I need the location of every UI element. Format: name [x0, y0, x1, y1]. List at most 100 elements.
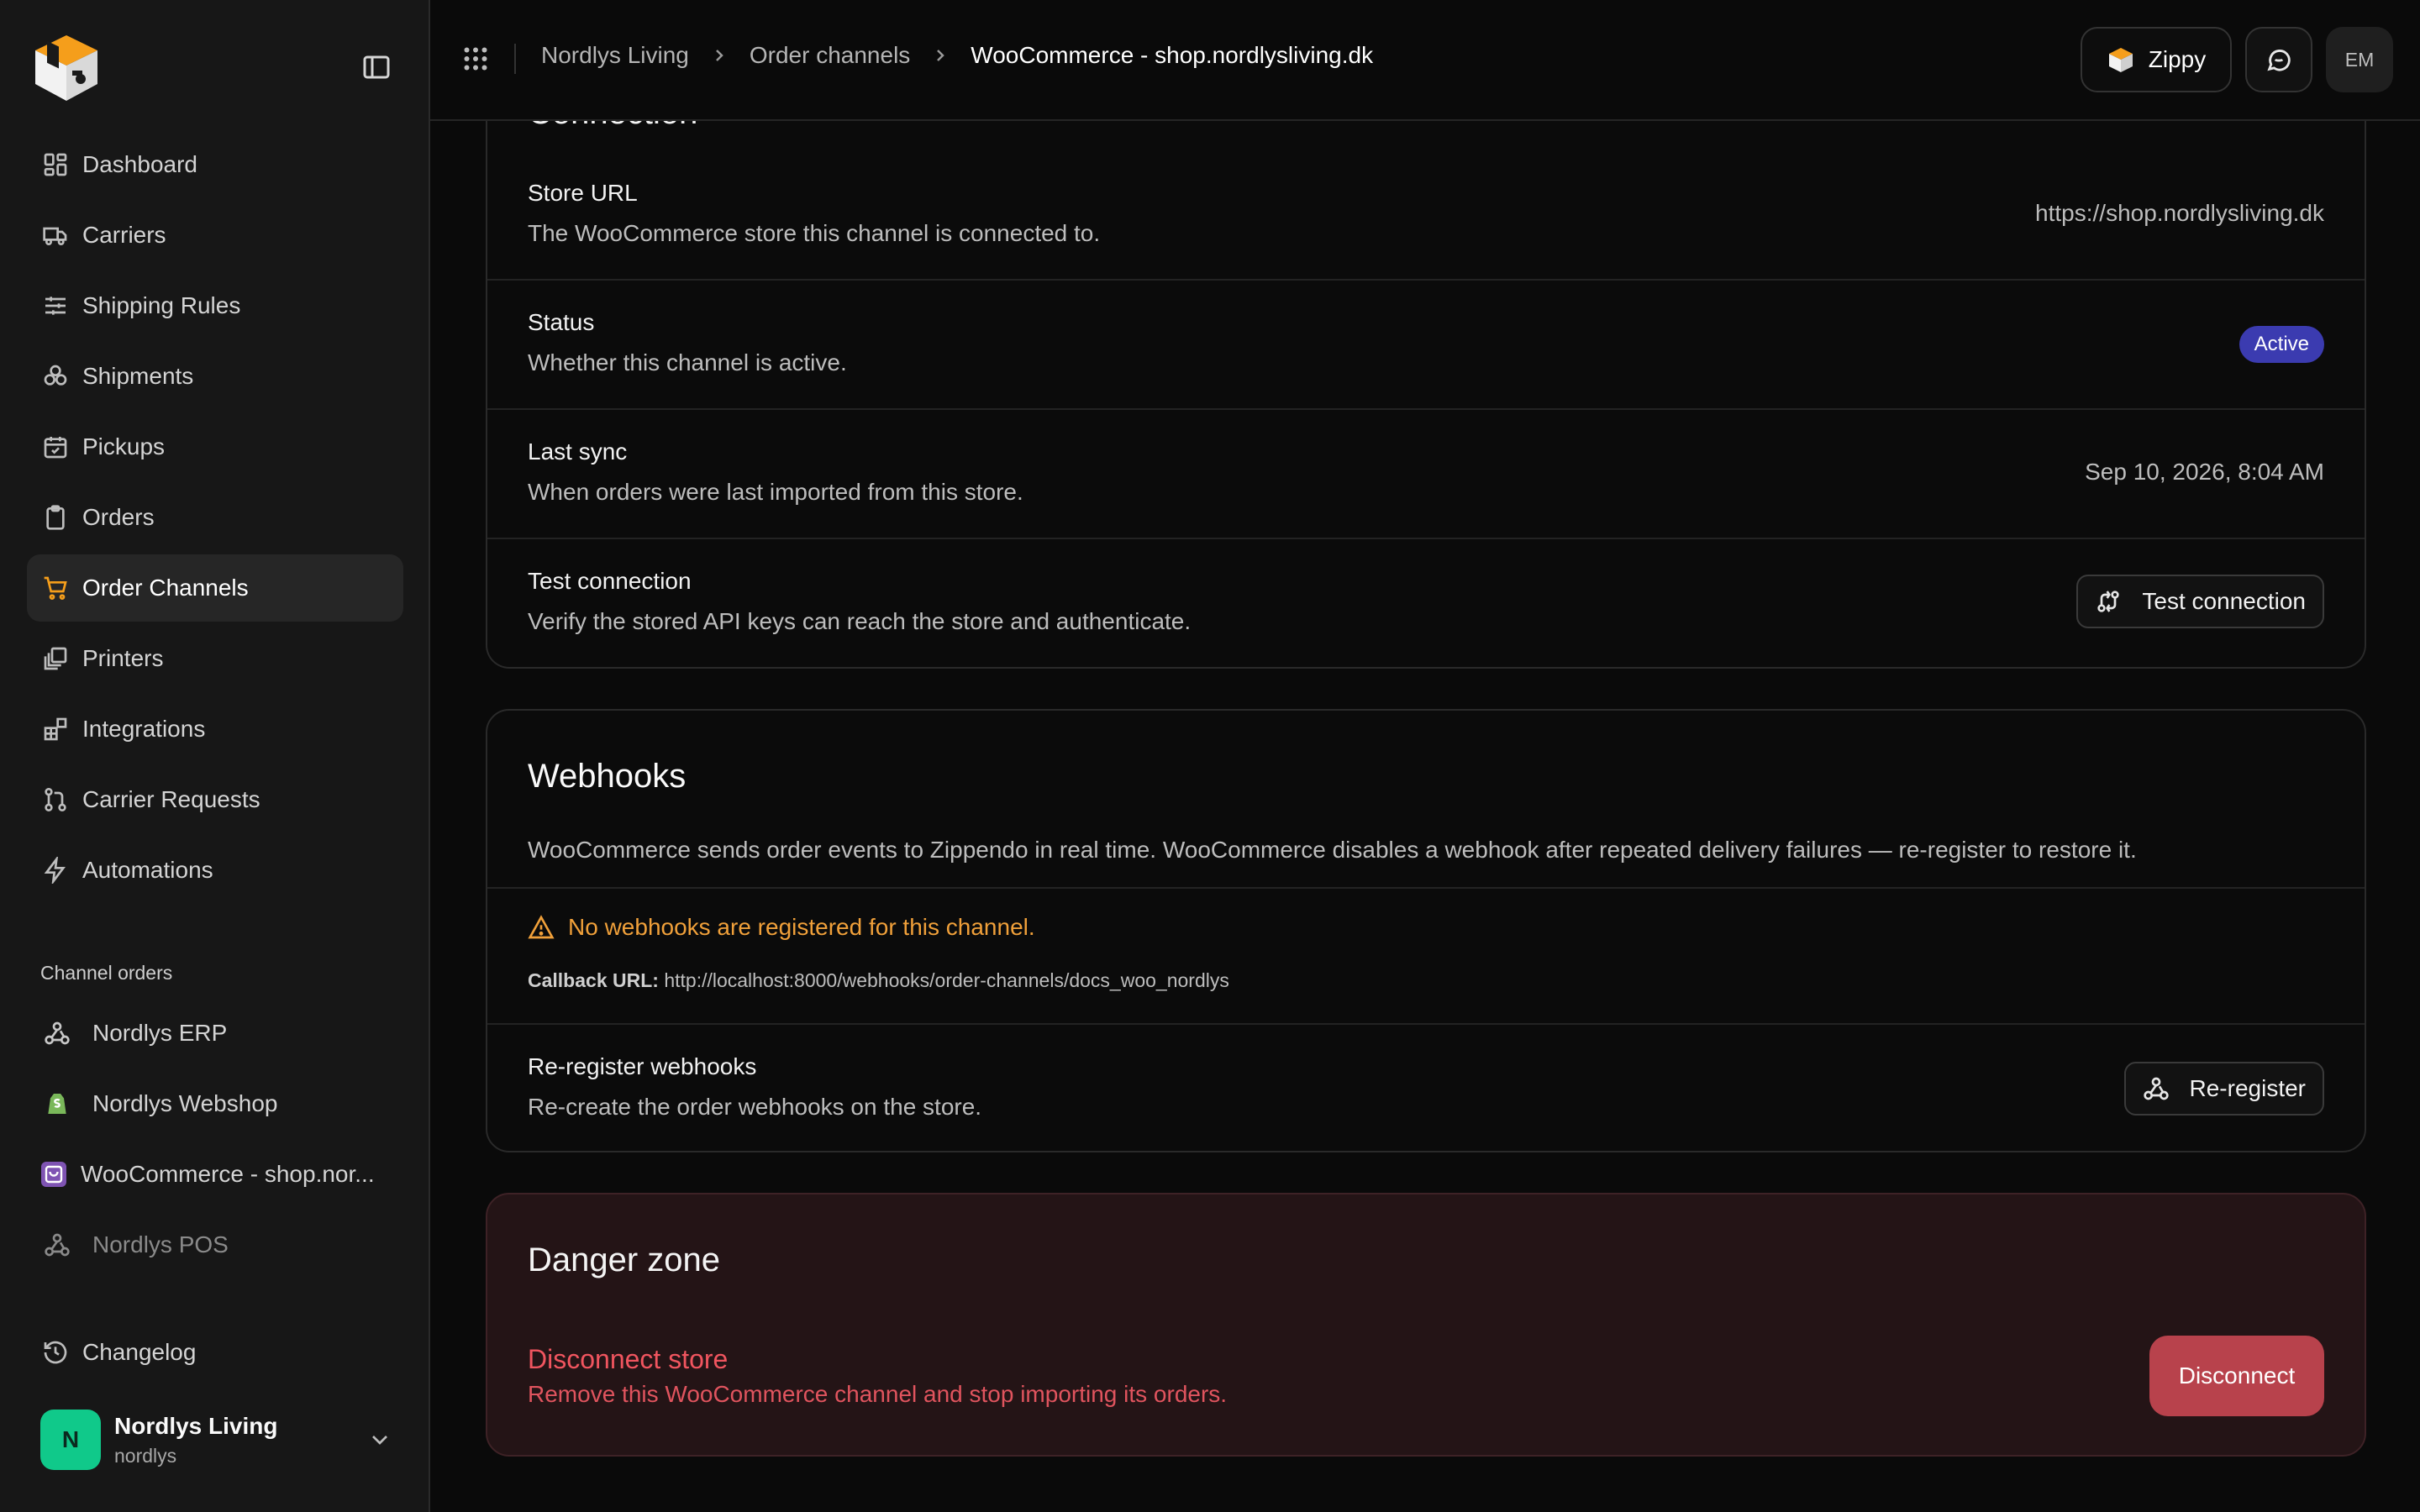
status-row: Status Whether this channel is active. A… [487, 279, 2365, 408]
cart-icon [42, 575, 69, 601]
webhook-icon [2143, 1075, 2170, 1102]
webhooks-card: Webhooks WooCommerce sends order events … [486, 709, 2366, 1152]
test-connection-title: Test connection [528, 568, 692, 594]
sidebar-item-pickups[interactable]: Pickups [27, 413, 403, 480]
zippy-label: Zippy [2148, 46, 2207, 72]
sidebar-item-orders[interactable]: Orders [27, 484, 403, 551]
callback-url-value: http://localhost:8000/webhooks/order-cha… [664, 969, 1229, 991]
header-divider [514, 44, 516, 74]
danger-zone-title: Danger zone [528, 1242, 721, 1278]
user-avatar[interactable]: EM [2326, 27, 2393, 92]
channel-item-nordlys-webshop[interactable]: Nordlys Webshop [27, 1070, 403, 1137]
dashboard-icon [42, 151, 69, 178]
disconnect-desc: Remove this WooCommerce channel and stop… [528, 1381, 1228, 1407]
sidebar-item-shipping-rules[interactable]: Shipping Rules [27, 272, 403, 339]
callback-label: Callback URL: [528, 969, 659, 991]
sidebar-item-carrier-requests[interactable]: Carrier Requests [27, 766, 403, 833]
chevron-down-icon [366, 1426, 393, 1453]
org-name: Nordlys Living [114, 1412, 278, 1439]
sidebar-item-integrations[interactable]: Integrations [27, 696, 403, 763]
sidebar-item-label: Orders [82, 504, 155, 530]
alert-triangle-icon [528, 914, 555, 941]
plug-icon [2095, 588, 2122, 615]
channel-list: Nordlys ERP Nordlys Webshop WooCommerce … [27, 1000, 403, 1282]
sidebar: Dashboard Carriers Shipping Rules Shipme… [0, 0, 430, 1512]
sidebar-item-automations[interactable]: Automations [27, 837, 403, 904]
zap-icon [42, 857, 69, 884]
sidebar-item-printers[interactable]: Printers [27, 625, 403, 692]
sidebar-item-changelog[interactable]: Changelog [27, 1319, 403, 1386]
channel-item-nordlys-pos[interactable]: Nordlys POS [27, 1211, 403, 1278]
store-url-value: https://shop.nordlysliving.dk [2035, 200, 2324, 226]
reregister-button[interactable]: Re-register [2123, 1062, 2324, 1116]
webhooks-title: Webhooks [528, 758, 687, 795]
channel-item-woocommerce[interactable]: WooCommerce - shop.nor... [27, 1141, 403, 1208]
app-logo[interactable] [29, 29, 104, 104]
apps-grid-icon[interactable] [460, 44, 491, 74]
breadcrumb-current: WooCommerce - shop.nordlysliving.dk [971, 42, 1374, 68]
main-nav: Dashboard Carriers Shipping Rules Shipme… [27, 131, 403, 907]
sidebar-item-label: Carriers [82, 222, 166, 248]
sidebar-item-label: Order Channels [82, 575, 249, 601]
reregister-desc: Re-create the order webhooks on the stor… [528, 1094, 982, 1120]
org-avatar: N [40, 1410, 101, 1470]
woocommerce-icon [39, 1159, 69, 1189]
sidebar-item-label: Changelog [82, 1339, 197, 1365]
last-sync-value: Sep 10, 2026, 8:04 AM [2085, 459, 2324, 485]
blocks-icon [42, 716, 69, 743]
breadcrumb-order-channels[interactable]: Order channels [750, 42, 910, 69]
sidebar-item-label: Shipments [82, 363, 194, 389]
clipboard-icon [42, 504, 69, 531]
sidebar-item-shipments[interactable]: Shipments [27, 343, 403, 410]
connection-card: Store URL The WooCommerce store this cha… [486, 50, 2366, 669]
channel-item-label: Nordlys Webshop [92, 1090, 278, 1116]
channel-item-label: Nordlys POS [92, 1231, 229, 1257]
reregister-title: Re-register webhooks [528, 1053, 757, 1079]
git-pull-icon [42, 786, 69, 813]
channel-item-nordlys-erp[interactable]: Nordlys ERP [27, 1000, 403, 1067]
test-connection-row: Test connection Verify the stored API ke… [487, 538, 2365, 667]
store-url-desc: The WooCommerce store this channel is co… [528, 220, 1101, 246]
zippy-button[interactable]: Zippy [2081, 27, 2232, 92]
breadcrumb-org[interactable]: Nordlys Living [541, 42, 689, 69]
sidebar-item-carriers[interactable]: Carriers [27, 202, 403, 269]
sliders-icon [42, 292, 69, 319]
sidebar-item-label: Printers [82, 645, 164, 671]
chat-button[interactable] [2245, 27, 2312, 92]
callback-url: Callback URL: http://localhost:8000/webh… [528, 969, 1229, 992]
top-bar: Nordlys Living Order channels WooCommerc… [430, 0, 2420, 121]
reregister-label: Re-register [2189, 1075, 2306, 1101]
sidebar-item-label: Carrier Requests [82, 786, 260, 812]
calendar-check-icon [42, 433, 69, 460]
status-badge: Active [2238, 326, 2324, 363]
history-icon [42, 1339, 69, 1366]
last-sync-desc: When orders were last imported from this… [528, 479, 1023, 505]
reregister-row: Re-register webhooks Re-create the order… [487, 1023, 2365, 1152]
channel-section-label: Channel orders [40, 962, 173, 984]
sidebar-item-label: Pickups [82, 433, 166, 459]
webhook-warning-text: No webhooks are registered for this chan… [568, 914, 1035, 940]
disconnect-title: Disconnect store [528, 1344, 729, 1374]
org-slug: nordlys [114, 1444, 177, 1467]
disconnect-button[interactable]: Disconnect [2149, 1336, 2324, 1416]
sidebar-item-label: Shipping Rules [82, 292, 241, 318]
last-sync-row: Last sync When orders were last imported… [487, 408, 2365, 538]
truck-icon [42, 222, 69, 249]
channel-item-label: WooCommerce - shop.nor... [81, 1161, 375, 1187]
sidebar-item-order-channels[interactable]: Order Channels [27, 554, 403, 622]
sidebar-item-label: Dashboard [82, 151, 197, 177]
danger-zone-card: Danger zone Disconnect store Remove this… [486, 1193, 2366, 1457]
zippy-logo-icon [2107, 45, 2135, 74]
breadcrumb: Nordlys Living Order channels WooCommerc… [541, 42, 1373, 69]
sidebar-item-label: Automations [82, 857, 213, 883]
test-connection-button[interactable]: Test connection [2076, 575, 2324, 628]
divider [487, 887, 2365, 889]
sidebar-toggle-icon[interactable] [360, 54, 393, 81]
shopify-icon [42, 1089, 72, 1119]
boxes-icon [42, 363, 69, 390]
sidebar-item-dashboard[interactable]: Dashboard [27, 131, 403, 198]
org-switcher[interactable]: N Nordlys Living nordlys [40, 1408, 393, 1472]
last-sync-title: Last sync [528, 438, 628, 465]
webhook-icon [42, 1018, 72, 1048]
printer-icon [42, 645, 69, 672]
